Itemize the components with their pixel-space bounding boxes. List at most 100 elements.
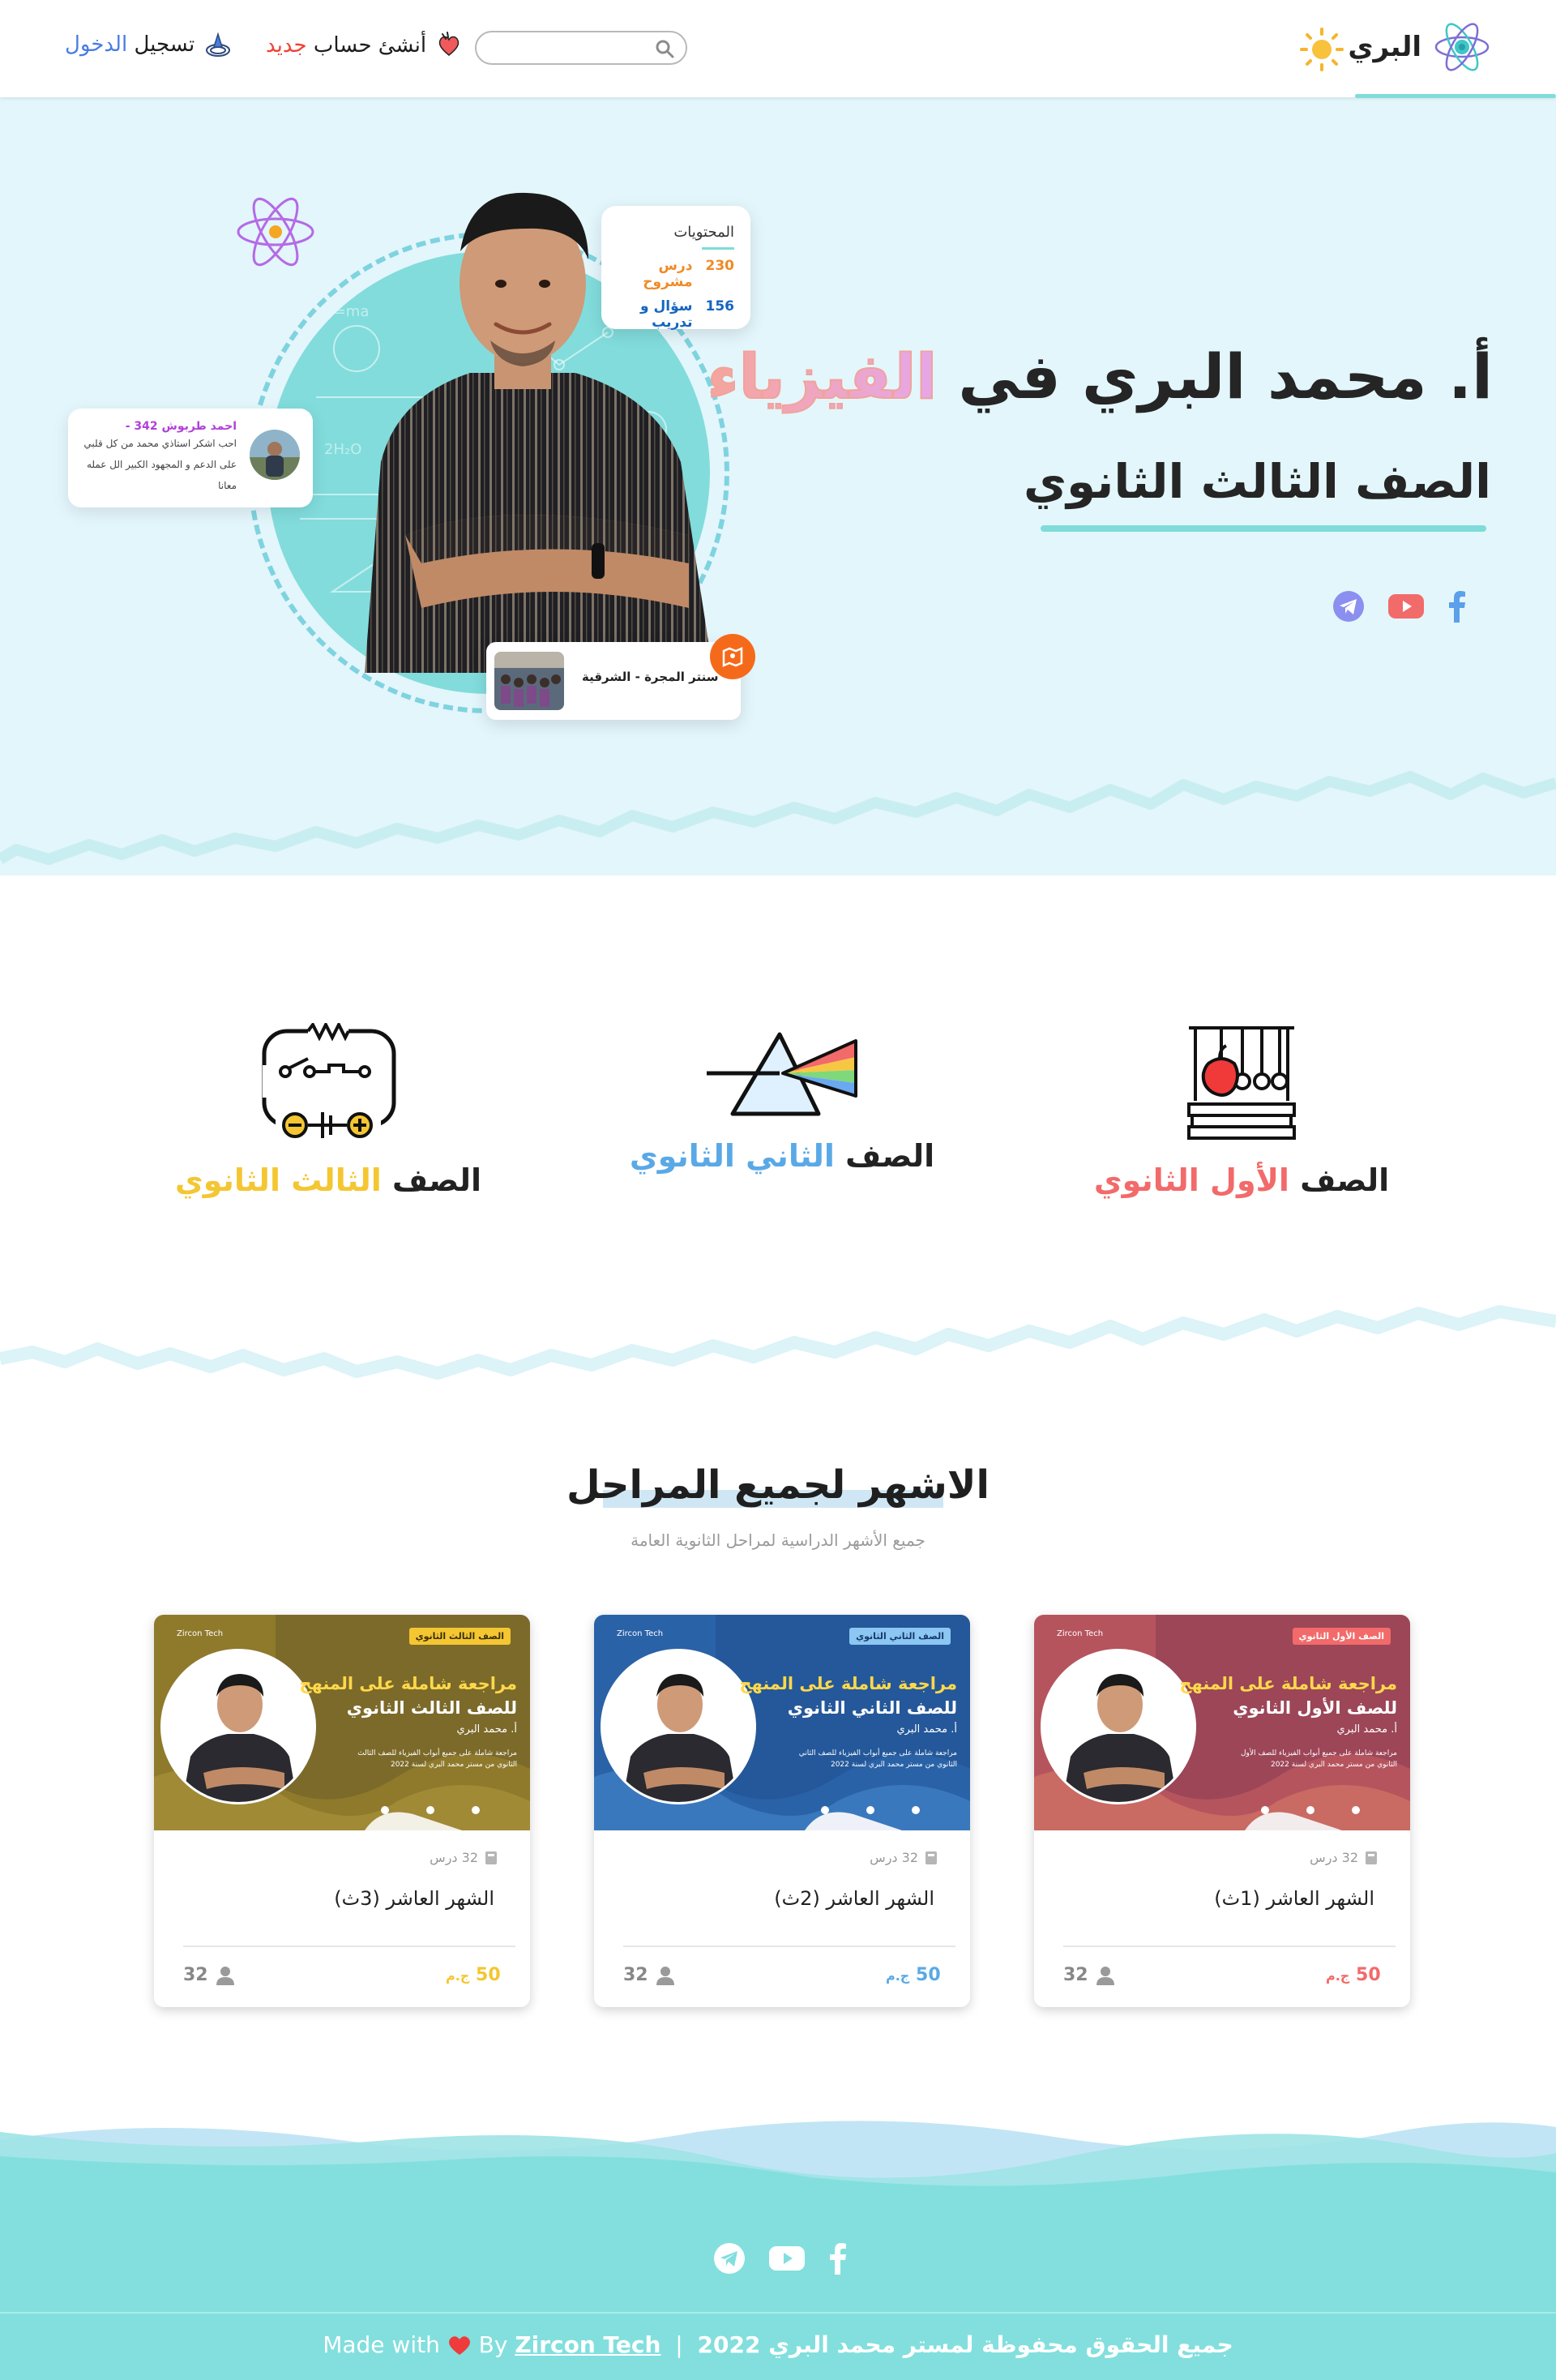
- course-teacher-photo: [160, 1649, 316, 1804]
- login-link[interactable]: تسجيل الدخول: [65, 31, 232, 58]
- banner-brand: Zircon Tech: [177, 1629, 224, 1638]
- grade-prefix: الصف: [392, 1162, 482, 1198]
- lesson-count: 32 درس: [870, 1850, 938, 1865]
- user-icon: [1096, 1966, 1114, 1985]
- hero-grade: الصف الثالث الثانوي: [1024, 454, 1491, 509]
- course-price: 50 ج.م: [886, 1965, 941, 1985]
- lesson-count-text: 32 درس: [1310, 1850, 1358, 1865]
- contents-stats-card: المحتويات 230 درس مشروح 156 سؤال و تدريب: [601, 206, 750, 331]
- grade-accent: الأول الثانوي: [1093, 1162, 1289, 1198]
- login-accent: الدخول: [65, 32, 128, 57]
- grade-third-secondary[interactable]: الصف الثالث الثانوي: [158, 1021, 498, 1198]
- banner-teacher: أ. محمد البري: [1336, 1723, 1397, 1736]
- stats-title-underline: [702, 247, 734, 250]
- teacher-portrait: [163, 1651, 314, 1802]
- course-teacher-photo: [601, 1649, 756, 1804]
- heart-icon: [448, 2336, 470, 2355]
- section-divider-wave: [0, 1305, 1556, 1419]
- by-text: By: [478, 2331, 508, 2358]
- center-photo: [494, 652, 564, 710]
- student-count: 32: [183, 1965, 234, 1985]
- course-title: الشهر العاشر (3ث): [334, 1887, 494, 1910]
- facebook-icon[interactable]: [828, 2242, 848, 2275]
- grade-label: الصف الأول الثانوي: [1071, 1162, 1412, 1198]
- circuit-icon: [262, 1021, 396, 1138]
- hero-grade-underline: [1041, 525, 1486, 532]
- teacher-name: أ. محمد البري: [1075, 340, 1493, 413]
- grade-first-secondary[interactable]: الصف الأول الثانوي: [1071, 1023, 1412, 1198]
- banner-grade-tag: الصف الثاني الثانوي: [849, 1628, 951, 1645]
- telegram-icon[interactable]: [713, 2242, 746, 2275]
- banner-dots: [1261, 1806, 1360, 1814]
- user-icon: [216, 1966, 234, 1985]
- card-divider: [623, 1946, 955, 1947]
- map-badge-button[interactable]: [710, 634, 755, 679]
- banner-grade-tag: الصف الثالث الثانوي: [408, 1628, 511, 1645]
- grade-prefix: الصف: [1300, 1162, 1390, 1198]
- grade-second-secondary[interactable]: الصف الثاني الثانوي: [612, 1029, 952, 1174]
- grade-label: الصف الثالث الثانوي: [158, 1162, 498, 1198]
- lesson-count-text: 32 درس: [870, 1850, 918, 1865]
- footer-divider: [0, 2312, 1556, 2314]
- courses-section-title: الاشهر لجميع المراحل: [566, 1462, 990, 1508]
- center-location-card[interactable]: سنتر المجرة - الشرقية: [486, 642, 741, 720]
- course-title: الشهر العاشر (2ث): [774, 1887, 934, 1910]
- grade-prefix: الصف: [845, 1138, 935, 1174]
- rights-text: جميع الحقوق محفوظة لمستر محمد البري 2022: [697, 2331, 1233, 2358]
- sun-icon[interactable]: [1298, 26, 1345, 73]
- course-card[interactable]: Zircon Tech الصف الأول الثانوي مراجعة شا…: [1034, 1615, 1410, 2007]
- hero-social-links: [1332, 590, 1467, 623]
- banner-description: مراجعة شاملة على جميع أبواب الفيزياء للص…: [357, 1749, 517, 1769]
- banner-title-line1: مراجعة شاملة على المنهج: [1179, 1674, 1397, 1693]
- telegram-icon[interactable]: [1332, 590, 1365, 623]
- courses-section-subtitle: جميع الأشهر الدراسية لمراحل الثانوية الع…: [631, 1530, 925, 1550]
- student-count-text: 32: [623, 1965, 648, 1985]
- signup-text: أنشئ حساب: [313, 33, 427, 58]
- search-icon[interactable]: [655, 39, 674, 58]
- stats-value: 156: [705, 298, 735, 315]
- banner-title-line1: مراجعة شاملة على المنهج: [739, 1674, 957, 1693]
- user-icon: [656, 1966, 674, 1985]
- student-count: 32: [1063, 1965, 1114, 1985]
- site-header: البري أنشئ حساب جديد تسجيل الدخول: [0, 0, 1556, 98]
- footer-wave: [0, 2121, 1556, 2197]
- search-input[interactable]: [488, 32, 650, 62]
- banner-brand: Zircon Tech: [617, 1629, 664, 1638]
- map-icon: [722, 647, 743, 667]
- hero-title-in: في: [958, 340, 1061, 413]
- grade-accent: الثالث الثانوي: [174, 1162, 382, 1198]
- youtube-icon[interactable]: [768, 2245, 806, 2272]
- youtube-icon[interactable]: [1387, 593, 1425, 620]
- banner-description: مراجعة شاملة على جميع أبواب الفيزياء للص…: [1240, 1749, 1397, 1769]
- banner-brand: Zircon Tech: [1057, 1629, 1104, 1638]
- heart-hand-icon: [438, 32, 460, 56]
- atom-logo-icon: [1434, 23, 1490, 71]
- stats-row-lessons: 230 درس مشروح: [618, 258, 734, 290]
- course-card[interactable]: Zircon Tech الصف الثاني الثانوي مراجعة ش…: [594, 1615, 970, 2007]
- banner-teacher: أ. محمد البري: [896, 1723, 957, 1736]
- newtons-cradle-icon: [1187, 1026, 1296, 1140]
- brand-logo-link[interactable]: البري: [1348, 18, 1491, 76]
- hero-subject: الفيزياء: [707, 340, 938, 413]
- banner-title-line2: للصف الثالث الثانوي: [346, 1698, 517, 1718]
- student-count: 32: [623, 1965, 674, 1985]
- stats-label: سؤال و تدريب: [640, 298, 693, 331]
- fingerprint-icon: [206, 32, 231, 57]
- prism-icon: [707, 1032, 857, 1116]
- price-value: 50: [916, 1965, 941, 1985]
- signup-link[interactable]: أنشئ حساب جديد: [266, 31, 462, 60]
- signup-label: أنشئ حساب جديد: [266, 33, 426, 58]
- signup-accent: جديد: [266, 33, 307, 58]
- book-icon: [485, 1851, 497, 1864]
- lesson-count: 32 درس: [430, 1850, 498, 1865]
- price-value: 50: [476, 1965, 501, 1985]
- course-card[interactable]: Zircon Tech الصف الثالث الثانوي مراجعة ش…: [154, 1615, 530, 2007]
- student-count-text: 32: [183, 1965, 208, 1985]
- stats-row-questions: 156 سؤال و تدريب: [618, 298, 734, 331]
- price-currency: ج.م: [1326, 1968, 1350, 1984]
- search-box[interactable]: [475, 31, 687, 65]
- company-link[interactable]: Zircon Tech: [515, 2331, 660, 2358]
- facebook-icon[interactable]: [1447, 590, 1467, 623]
- reviewer-name: احمد طربوش 342 -: [125, 420, 237, 433]
- login-label: تسجيل الدخول: [65, 32, 194, 57]
